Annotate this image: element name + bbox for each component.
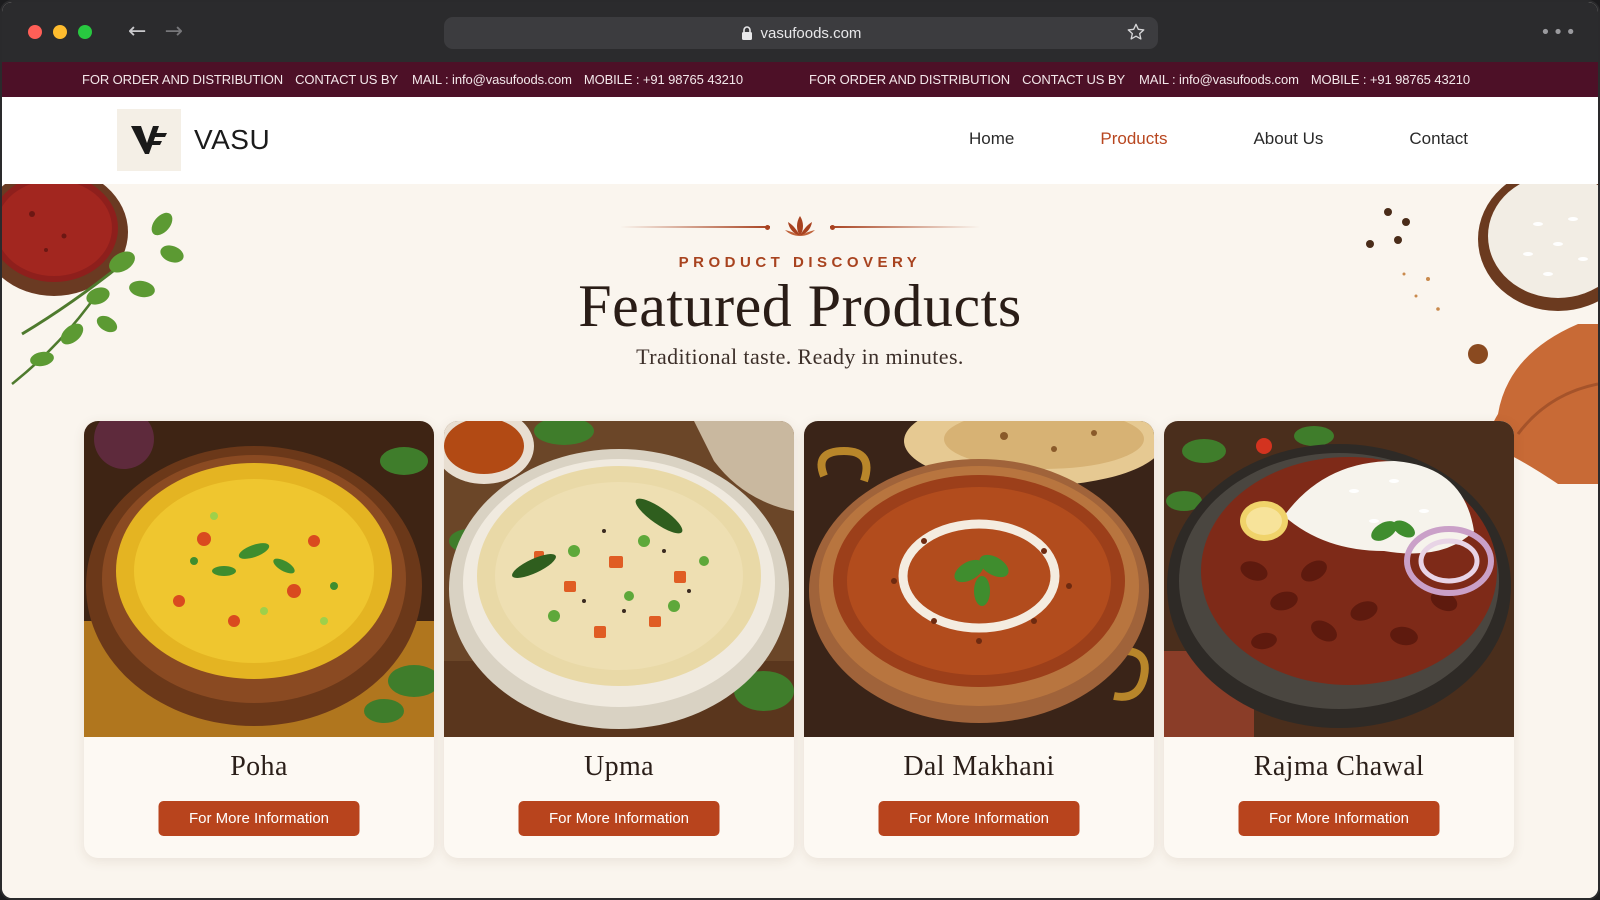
browser-toolbar: ← → vasufoods.com ••• (2, 2, 1598, 62)
url-text: vasufoods.com (760, 24, 862, 42)
more-info-button-dal-makhani[interactable]: For More Information (878, 801, 1080, 836)
site-header: VASU Home Products About Us Contact (2, 97, 1598, 184)
maximize-window-button[interactable] (78, 25, 92, 39)
page-title: Featured Products (578, 273, 1022, 339)
contact-info-bar: FOR ORDER AND DISTRIBUTION CONTACT US BY… (2, 62, 1598, 97)
divider-line (830, 224, 980, 230)
more-info-button-upma[interactable]: For More Information (518, 801, 720, 836)
main-nav: Home Products About Us Contact (969, 129, 1468, 149)
forward-arrow-icon[interactable]: → (164, 21, 182, 43)
minimize-window-button[interactable] (53, 25, 67, 39)
product-card: Poha For More Information (84, 421, 434, 858)
product-grid: Poha For More Information Upma For More … (84, 421, 1514, 858)
mobile-link[interactable]: MOBILE : +91 98765 43210 (1311, 72, 1470, 87)
more-info-button-rajma-chawal[interactable]: For More Information (1238, 801, 1440, 836)
nav-contact[interactable]: Contact (1409, 129, 1468, 149)
close-window-button[interactable] (28, 25, 42, 39)
order-distribution-text: FOR ORDER AND DISTRIBUTION (808, 72, 1011, 87)
product-name: Upma (583, 751, 655, 782)
back-arrow-icon[interactable]: ← (128, 21, 146, 43)
product-name: Rajma Chawal (1253, 751, 1425, 782)
history-nav: ← → (128, 21, 183, 43)
star-icon[interactable] (1126, 22, 1146, 46)
product-name: Dal Makhani (903, 751, 1055, 782)
more-info-button-poha[interactable]: For More Information (158, 801, 360, 836)
vasu-logo-mark[interactable] (117, 109, 181, 171)
product-card: Rajma Chawal For More Information (1164, 421, 1514, 858)
nav-about-us[interactable]: About Us (1253, 129, 1323, 149)
contact-us-text: CONTACT US BY (295, 72, 399, 87)
divider-line (620, 224, 770, 230)
featured-products-section: PRODUCT DISCOVERY Featured Products Trad… (2, 184, 1598, 898)
contact-info-group: FOR ORDER AND DISTRIBUTION CONTACT US BY… (809, 72, 1470, 87)
product-name: Poha (230, 751, 288, 782)
window-controls (28, 25, 92, 39)
product-image-dal-makhani[interactable] (804, 421, 1154, 737)
lotus-icon (785, 216, 815, 236)
brand-name[interactable]: VASU (194, 124, 270, 156)
mobile-link[interactable]: MOBILE : +91 98765 43210 (584, 72, 743, 87)
browser-window: ← → vasufoods.com ••• FOR ORDER AND DIST… (0, 0, 1600, 900)
address-bar[interactable]: vasufoods.com (444, 17, 1158, 49)
nav-home[interactable]: Home (969, 129, 1014, 149)
nav-products[interactable]: Products (1100, 129, 1167, 149)
product-image-rajma-chawal[interactable] (1164, 421, 1514, 737)
product-image-upma[interactable] (444, 421, 794, 737)
more-options-icon[interactable]: ••• (1540, 22, 1578, 43)
product-card: Upma For More Information (444, 421, 794, 858)
product-card: Dal Makhani For More Information (804, 421, 1154, 858)
contact-us-text: CONTACT US BY (1022, 72, 1126, 87)
contact-info-group: FOR ORDER AND DISTRIBUTION CONTACT US BY… (82, 72, 743, 87)
lotus-divider (2, 214, 1598, 240)
order-distribution-text: FOR ORDER AND DISTRIBUTION (82, 72, 284, 87)
page-subtitle: Traditional taste. Ready in minutes. (636, 344, 964, 369)
lock-icon (741, 26, 753, 40)
mail-link[interactable]: MAIL : info@vasufoods.com (1139, 72, 1299, 87)
product-image-poha[interactable] (84, 421, 434, 737)
mail-link[interactable]: MAIL : info@vasufoods.com (412, 72, 572, 87)
section-eyebrow: PRODUCT DISCOVERY (678, 254, 922, 271)
